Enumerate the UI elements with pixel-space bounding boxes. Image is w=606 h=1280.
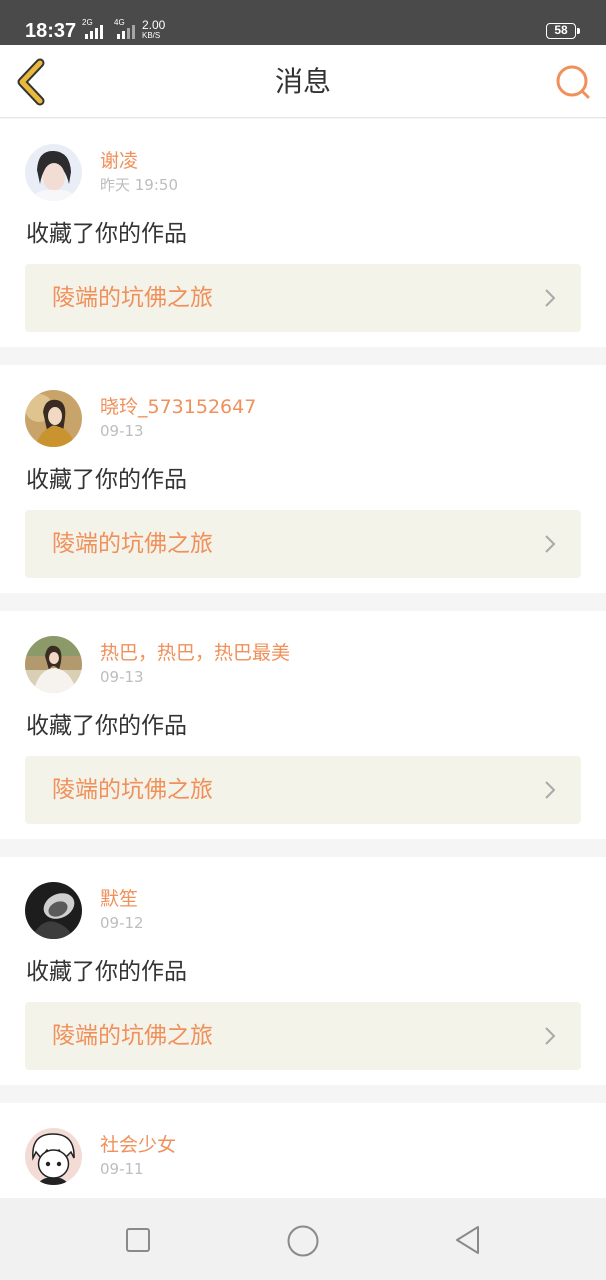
work-title: 陵端的坑佛之旅 bbox=[52, 531, 213, 557]
system-nav-bar bbox=[0, 1198, 606, 1280]
action-text: 收藏了你的作品 bbox=[26, 959, 187, 985]
message-card: 谢凌 昨天 19:50 收藏了你的作品 陵端的坑佛之旅 bbox=[0, 119, 606, 347]
square-icon bbox=[126, 1228, 150, 1252]
avatar[interactable] bbox=[25, 390, 82, 447]
action-text: 收藏了你的作品 bbox=[26, 713, 187, 739]
home-button[interactable] bbox=[286, 1224, 320, 1258]
avatar[interactable] bbox=[25, 636, 82, 693]
recents-button[interactable] bbox=[124, 1226, 152, 1254]
username[interactable]: 谢凌 bbox=[100, 150, 138, 172]
avatar[interactable] bbox=[25, 144, 82, 201]
action-text: 收藏了你的作品 bbox=[26, 221, 187, 247]
page-title: 消息 bbox=[274, 65, 331, 98]
message-card: 默笙 09-12 收藏了你的作品 陵端的坑佛之旅 bbox=[0, 857, 606, 1085]
work-title: 陵端的坑佛之旅 bbox=[52, 285, 213, 311]
chevron-right-icon bbox=[545, 535, 556, 553]
chevron-right-icon bbox=[545, 781, 556, 799]
message-card: 社会少女 09-11 bbox=[0, 1103, 606, 1198]
signal-4g-icon: 4G bbox=[114, 19, 138, 39]
timestamp: 09-11 bbox=[100, 1160, 144, 1178]
work-title: 陵端的坑佛之旅 bbox=[52, 1023, 213, 1049]
signal-2g-icon: 2G bbox=[82, 19, 106, 39]
username[interactable]: 默笙 bbox=[100, 888, 138, 910]
avatar[interactable] bbox=[25, 1128, 82, 1185]
chevron-right-icon bbox=[545, 289, 556, 307]
top-app-bar: 消息 bbox=[0, 45, 606, 118]
work-link[interactable]: 陵端的坑佛之旅 bbox=[25, 1002, 581, 1070]
message-list: 谢凌 昨天 19:50 收藏了你的作品 陵端的坑佛之旅 晓玲_573152647… bbox=[0, 119, 606, 1198]
chevron-right-icon bbox=[545, 1027, 556, 1045]
circle-icon bbox=[287, 1225, 319, 1257]
search-icon bbox=[556, 65, 590, 99]
search-button[interactable] bbox=[552, 61, 594, 103]
battery-icon: 58 bbox=[546, 23, 580, 39]
triangle-left-icon bbox=[456, 1226, 479, 1254]
message-card: 晓玲_573152647 09-13 收藏了你的作品 陵端的坑佛之旅 bbox=[0, 365, 606, 593]
work-link[interactable]: 陵端的坑佛之旅 bbox=[25, 756, 581, 824]
action-text: 收藏了你的作品 bbox=[26, 467, 187, 493]
timestamp: 昨天 19:50 bbox=[100, 176, 178, 194]
back-nav-button[interactable] bbox=[453, 1224, 483, 1256]
timestamp: 09-13 bbox=[100, 668, 144, 686]
work-link[interactable]: 陵端的坑佛之旅 bbox=[25, 510, 581, 578]
username[interactable]: 热巴，热巴，热巴最美 bbox=[100, 642, 290, 664]
username[interactable]: 晓玲_573152647 bbox=[100, 396, 256, 418]
status-time: 18:37 bbox=[25, 20, 77, 42]
timestamp: 09-13 bbox=[100, 422, 144, 440]
status-bar: 18:37 2G 4G 2.00 KB/S 58 bbox=[0, 0, 606, 45]
avatar[interactable] bbox=[25, 882, 82, 939]
timestamp: 09-12 bbox=[100, 914, 144, 932]
work-link[interactable]: 陵端的坑佛之旅 bbox=[25, 264, 581, 332]
network-speed: 2.00 KB/S bbox=[142, 18, 166, 40]
username[interactable]: 社会少女 bbox=[100, 1134, 176, 1156]
message-card: 热巴，热巴，热巴最美 09-13 收藏了你的作品 陵端的坑佛之旅 bbox=[0, 611, 606, 839]
work-title: 陵端的坑佛之旅 bbox=[52, 777, 213, 803]
